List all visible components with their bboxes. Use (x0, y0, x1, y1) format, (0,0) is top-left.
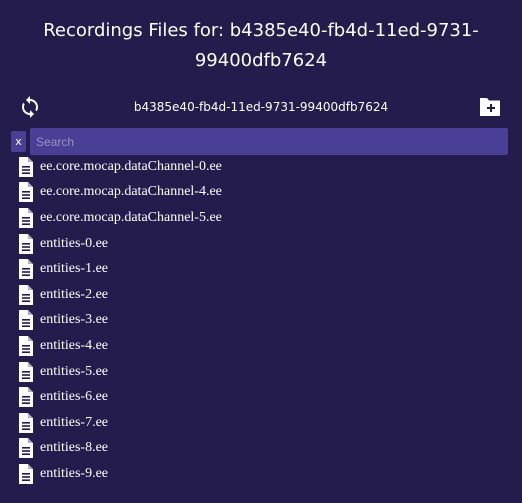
file-icon (18, 310, 34, 331)
file-icon (18, 156, 34, 177)
file-item[interactable]: entities-9.ee (18, 461, 222, 487)
folder-plus-icon-svg (480, 98, 500, 116)
file-item[interactable]: entities-1.ee (18, 256, 222, 282)
recordings-panel: Recordings Files for: b4385e40-fb4d-11ed… (0, 0, 522, 503)
file-name: ee.core.mocap.dataChannel-4.ee (40, 184, 222, 200)
page-title: Recordings Files for: b4385e40-fb4d-11ed… (0, 16, 522, 76)
toolbar: b4385e40-fb4d-11ed-9731-99400dfb7624 (0, 93, 522, 123)
file-item[interactable]: ee.core.mocap.dataChannel-5.ee (18, 205, 222, 231)
file-item[interactable]: entities-6.ee (18, 384, 222, 410)
file-name: entities-1.ee (40, 261, 109, 277)
title-line-1: Recordings Files for: b4385e40-fb4d-11ed… (43, 20, 479, 41)
file-item[interactable]: entities-2.ee (18, 282, 222, 308)
file-item[interactable]: entities-0.ee (18, 231, 222, 257)
file-name: entities-4.ee (40, 337, 109, 353)
file-name: entities-3.ee (40, 312, 109, 328)
file-name: entities-6.ee (40, 389, 109, 405)
file-icon (18, 207, 34, 228)
file-name: entities-5.ee (40, 363, 109, 379)
file-icon (18, 438, 34, 459)
file-name: entities-0.ee (40, 235, 109, 251)
file-item[interactable]: ee.core.mocap.dataChannel-0.ee (18, 154, 222, 180)
file-icon (18, 284, 34, 305)
file-icon (18, 412, 34, 433)
file-name: ee.core.mocap.dataChannel-5.ee (40, 209, 222, 225)
file-name: entities-2.ee (40, 286, 109, 302)
file-name: ee.core.mocap.dataChannel-0.ee (40, 158, 222, 174)
file-icon (18, 259, 34, 280)
file-item[interactable]: ee.core.mocap.dataChannel-4.ee (18, 180, 222, 206)
clear-search-button[interactable]: x (11, 131, 26, 152)
search-row: x (11, 128, 508, 155)
folder-plus-icon[interactable] (478, 96, 502, 118)
file-item[interactable]: entities-3.ee (18, 308, 222, 334)
file-item[interactable]: entities-7.ee (18, 410, 222, 436)
file-list: ee.core.mocap.dataChannel-0.ee ee.core.m… (18, 154, 222, 487)
file-icon (18, 463, 34, 484)
file-name: entities-7.ee (40, 414, 109, 430)
file-name: entities-8.ee (40, 440, 109, 456)
search-input[interactable] (30, 128, 508, 155)
file-icon (18, 335, 34, 356)
file-item[interactable]: entities-8.ee (18, 436, 222, 462)
file-icon (18, 387, 34, 408)
file-icon (18, 361, 34, 382)
file-item[interactable]: entities-4.ee (18, 333, 222, 359)
file-item[interactable]: entities-5.ee (18, 359, 222, 385)
file-icon (18, 233, 34, 254)
title-line-2: 99400dfb7624 (194, 50, 328, 71)
current-folder-name: b4385e40-fb4d-11ed-9731-99400dfb7624 (133, 100, 389, 114)
file-name: entities-9.ee (40, 465, 109, 481)
file-icon (18, 182, 34, 203)
